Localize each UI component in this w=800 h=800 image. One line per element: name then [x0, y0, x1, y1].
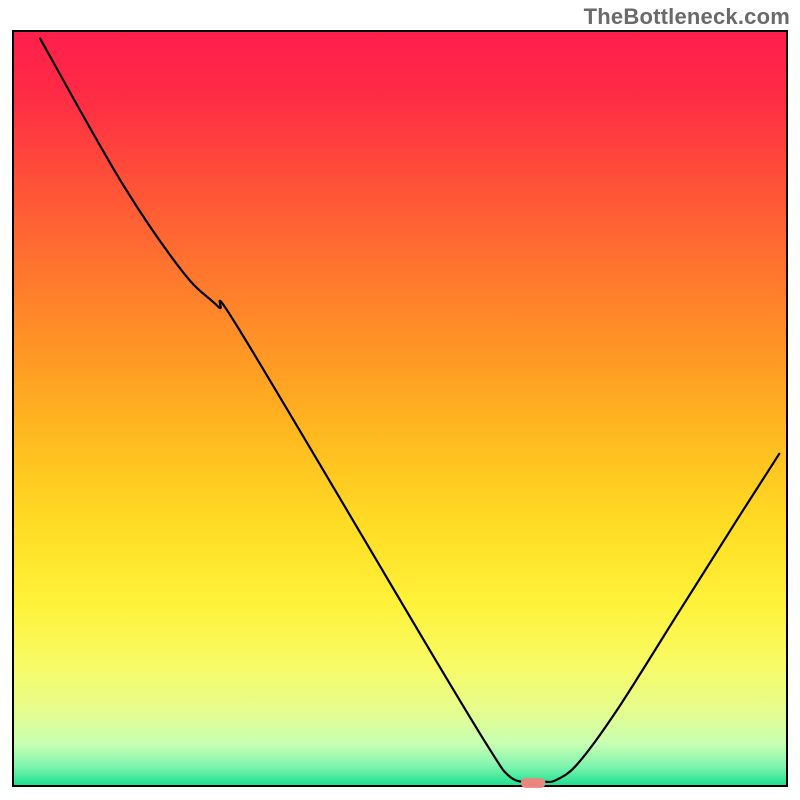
bottleneck-chart	[0, 0, 800, 800]
chart-container: TheBottleneck.com	[0, 0, 800, 800]
plot-background	[13, 31, 787, 786]
watermark-text: TheBottleneck.com	[584, 4, 790, 30]
optimum-marker	[521, 778, 546, 788]
